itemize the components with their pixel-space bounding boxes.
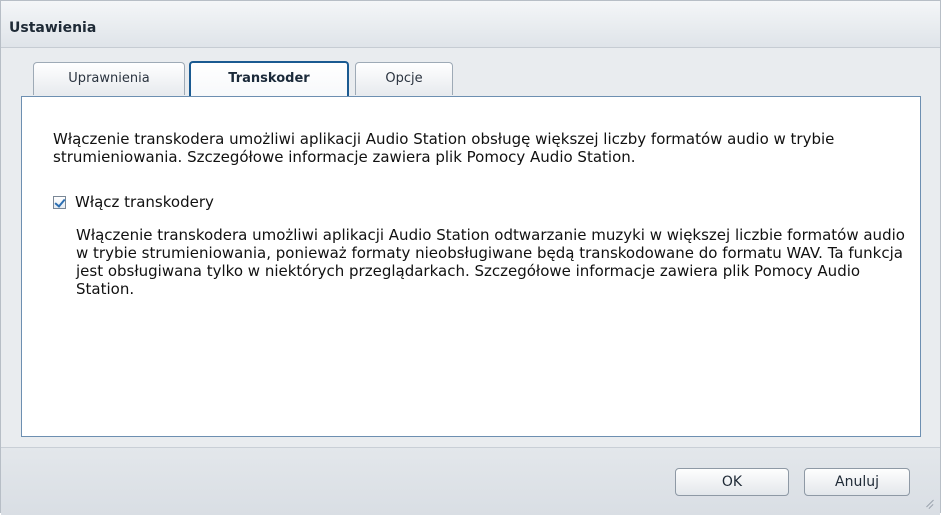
check-icon xyxy=(54,195,66,208)
ok-button[interactable]: OK xyxy=(675,468,789,496)
dialog-footer: OK Anuluj xyxy=(1,447,940,515)
window-title: Ustawienia xyxy=(9,20,97,36)
intro-text: Włączenie transkodera umożliwi aplikacji… xyxy=(53,130,835,166)
tab-content-panel: Włączenie transkodera umożliwi aplikacji… xyxy=(21,96,921,437)
cancel-button[interactable]: Anuluj xyxy=(804,468,910,496)
transcoder-description: Włączenie transkodera umożliwi aplikacji… xyxy=(76,226,905,298)
tab-uprawnienia[interactable]: Uprawnienia xyxy=(33,62,185,95)
settings-dialog: Ustawienia Uprawnienia Transkoder Opcje … xyxy=(0,0,941,515)
resize-grip-icon[interactable] xyxy=(924,499,934,509)
enable-transcoders-label[interactable]: Włącz transkodery xyxy=(75,193,214,211)
tab-opcje[interactable]: Opcje xyxy=(355,62,453,95)
tab-strip: Uprawnienia Transkoder Opcje xyxy=(21,61,921,96)
tab-transkoder[interactable]: Transkoder xyxy=(189,61,349,96)
title-bar[interactable]: Ustawienia xyxy=(1,1,940,48)
enable-transcoders-row[interactable]: Włącz transkodery xyxy=(53,192,214,212)
enable-transcoders-checkbox[interactable] xyxy=(53,195,66,209)
